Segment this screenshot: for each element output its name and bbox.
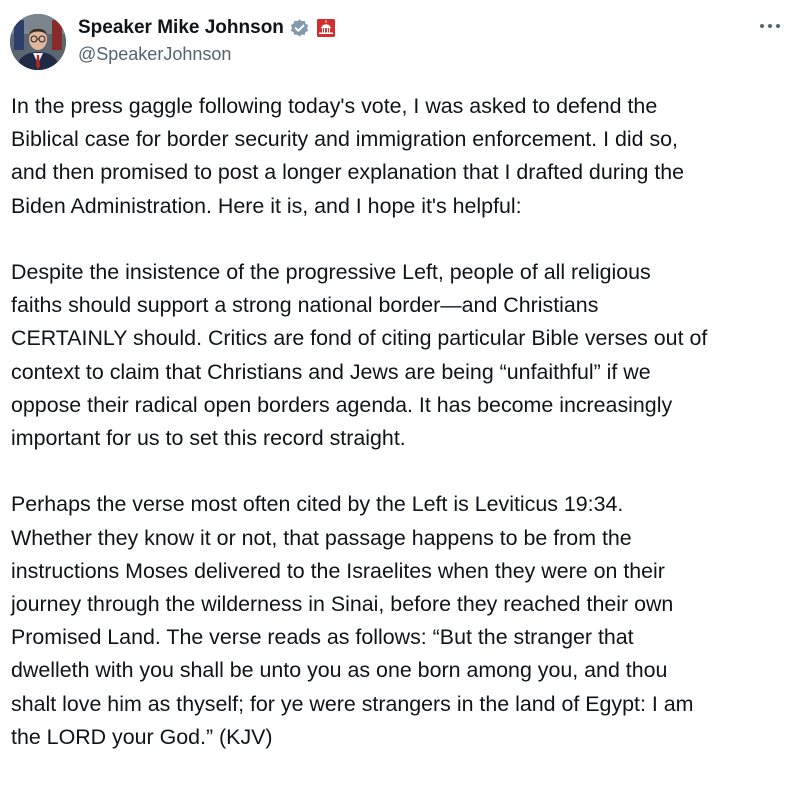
- avatar[interactable]: [10, 14, 66, 70]
- post-header: Speaker Mike Johnson @SpeakerJohnson: [10, 12, 790, 72]
- post-paragraph: In the press gaggle following today's vo…: [11, 94, 685, 218]
- post-paragraph: Perhaps the verse most often cited by th…: [11, 492, 694, 749]
- author-handle[interactable]: @SpeakerJohnson: [78, 44, 336, 65]
- name-row: Speaker Mike Johnson: [78, 14, 336, 42]
- verified-badge-icon[interactable]: [289, 18, 310, 39]
- post-text: In the press gaggle following today's vo…: [11, 90, 795, 787]
- author-display-name[interactable]: Speaker Mike Johnson: [78, 17, 284, 39]
- capitol-dome-badge-icon[interactable]: [315, 18, 336, 38]
- author-identity: Speaker Mike Johnson @SpeakerJohnson: [78, 14, 336, 65]
- more-options-icon[interactable]: [756, 14, 784, 38]
- avatar-portrait: [10, 14, 66, 70]
- post-paragraph: Despite the insistence of the progressiv…: [11, 260, 708, 451]
